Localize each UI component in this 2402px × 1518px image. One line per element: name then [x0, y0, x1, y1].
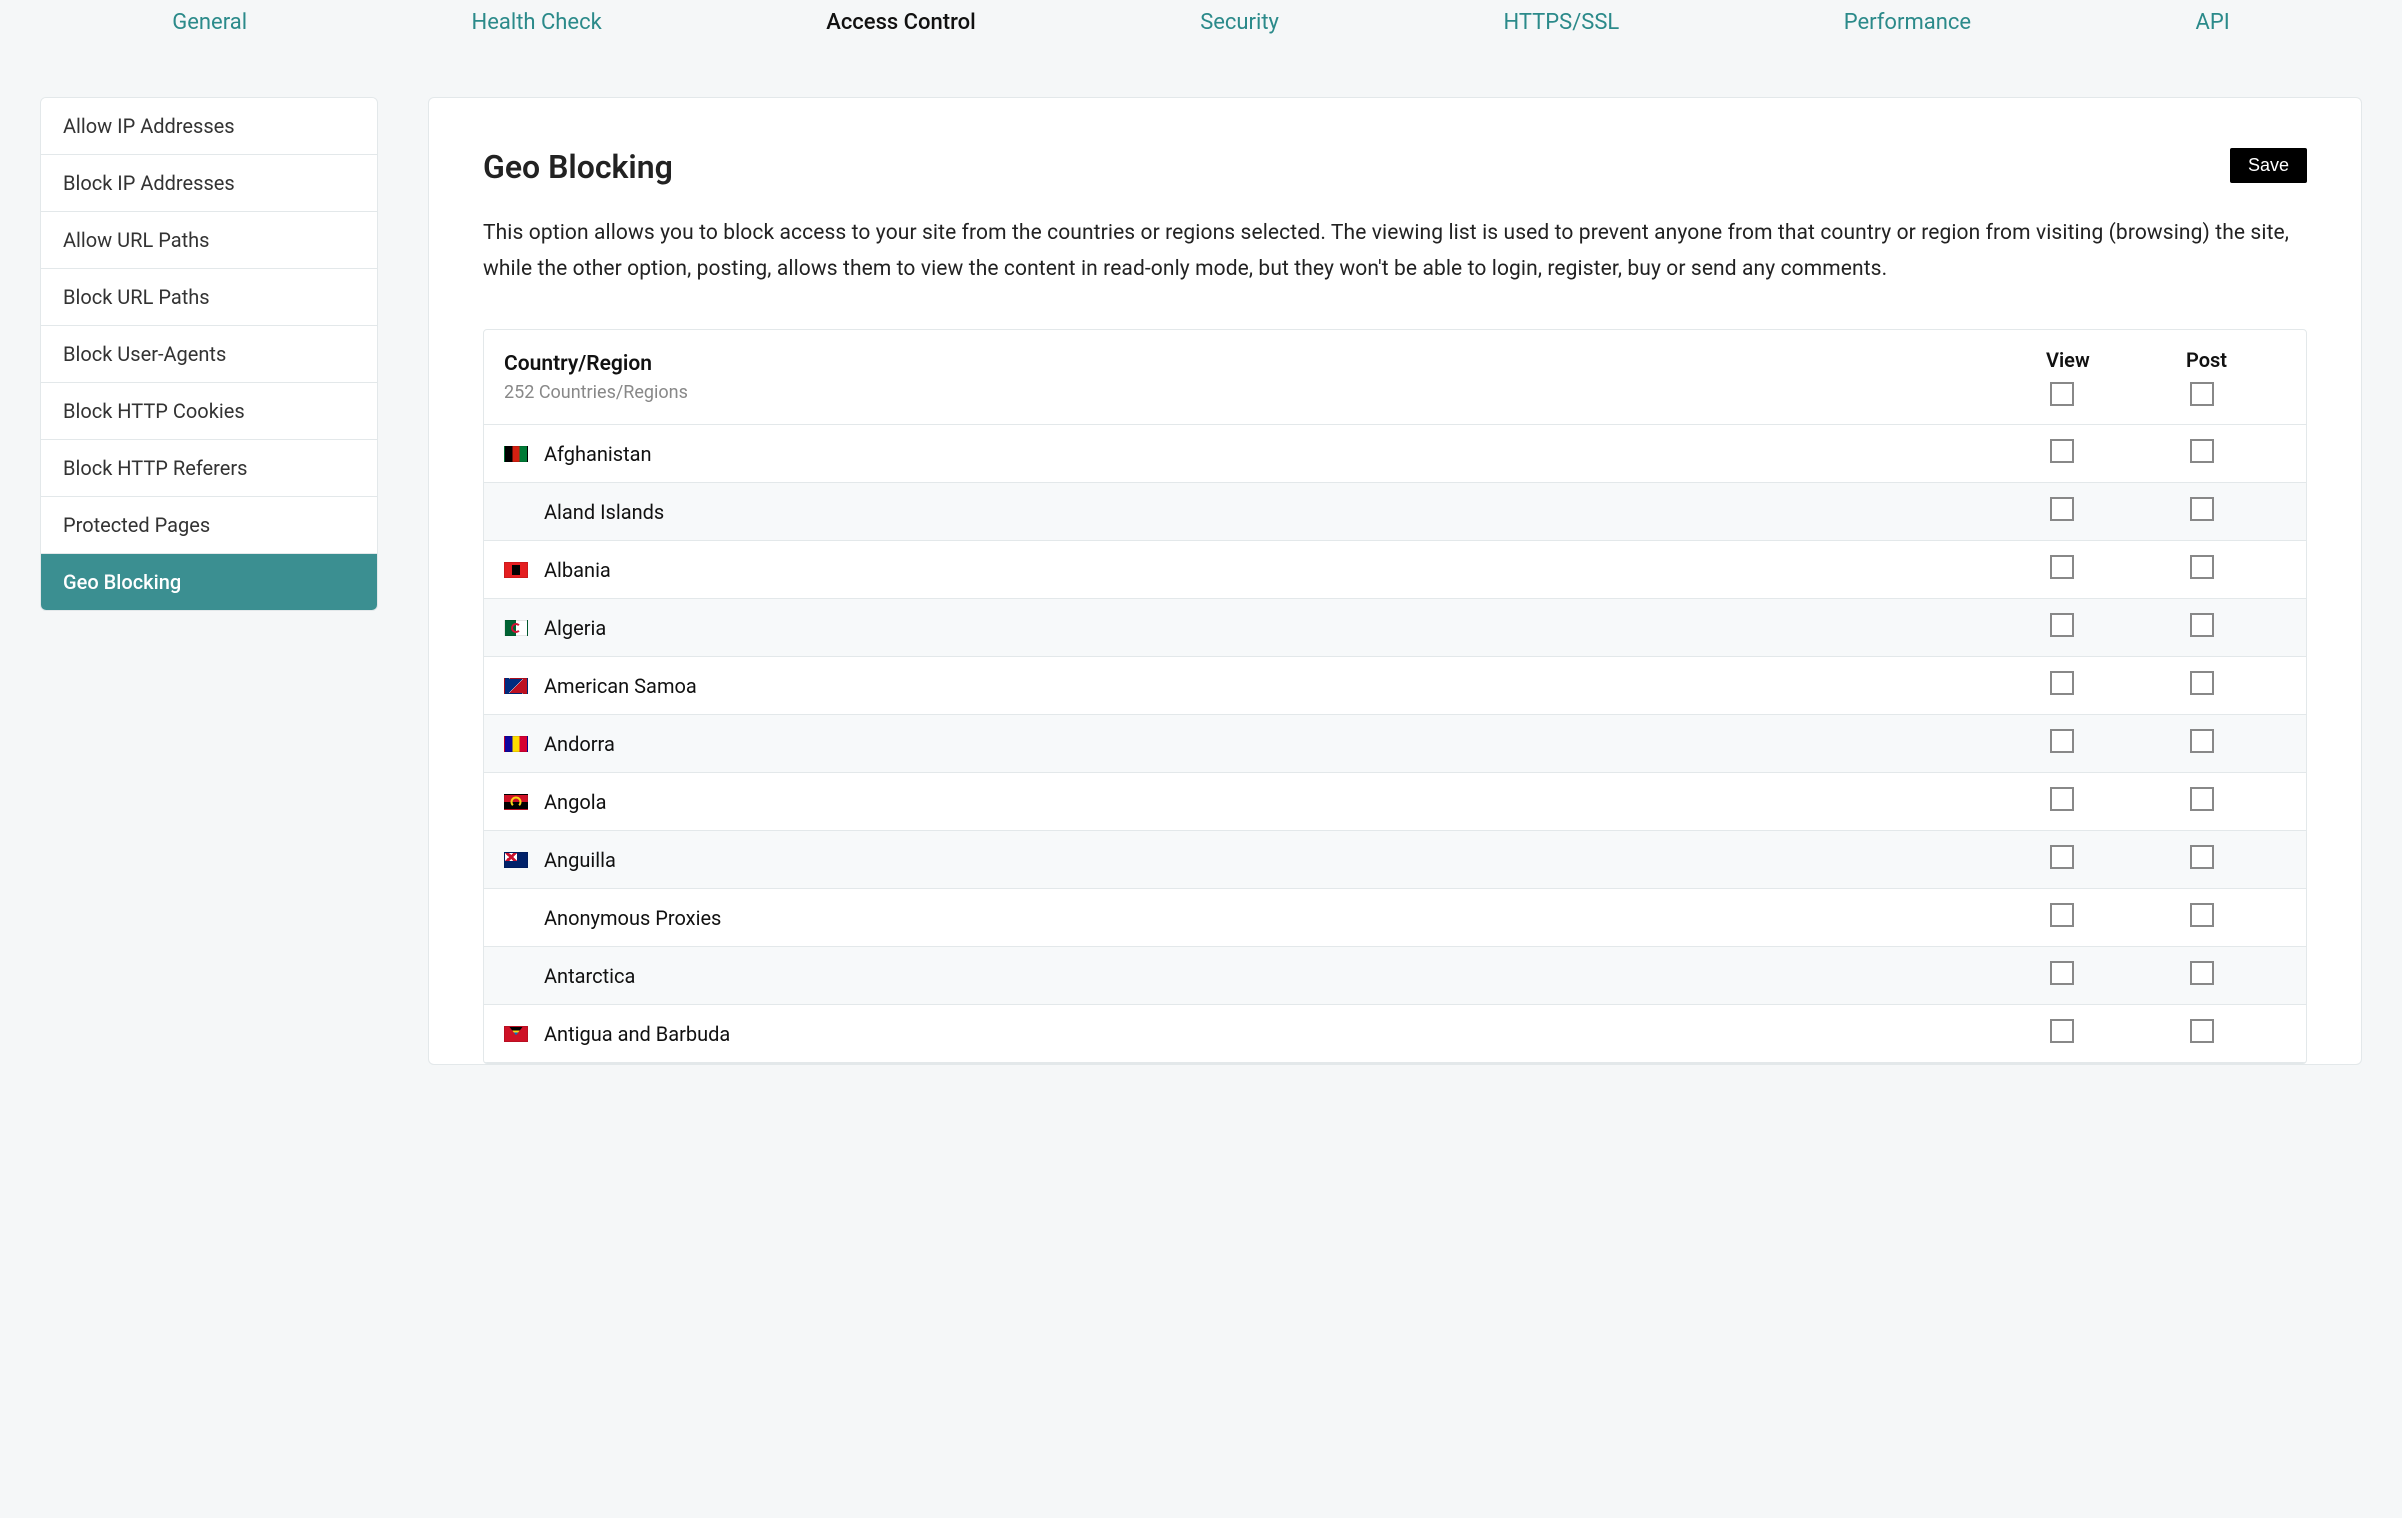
flag-icon: [504, 910, 528, 926]
country-name: Anguilla: [544, 848, 616, 872]
checkbox-view[interactable]: [2050, 845, 2074, 869]
flag-icon: [504, 1026, 528, 1042]
checkbox-post[interactable]: [2190, 961, 2214, 985]
sidebar-item-block-user-agents[interactable]: Block User-Agents: [41, 326, 377, 383]
tab-api[interactable]: API: [2190, 0, 2236, 35]
country-name: Antarctica: [544, 964, 635, 988]
checkbox-post[interactable]: [2190, 787, 2214, 811]
sidebar-item-block-ip[interactable]: Block IP Addresses: [41, 155, 377, 212]
flag-icon: [504, 504, 528, 520]
checkbox-view[interactable]: [2050, 961, 2074, 985]
country-name: Afghanistan: [544, 442, 652, 466]
sidebar: Allow IP Addresses Block IP Addresses Al…: [40, 97, 378, 611]
checkbox-post[interactable]: [2190, 439, 2214, 463]
sidebar-item-block-cookies[interactable]: Block HTTP Cookies: [41, 383, 377, 440]
checkbox-post-all[interactable]: [2190, 382, 2214, 406]
checkbox-view-all[interactable]: [2050, 382, 2074, 406]
checkbox-view[interactable]: [2050, 497, 2074, 521]
checkbox-post[interactable]: [2190, 1019, 2214, 1043]
page-description: This option allows you to block access t…: [483, 216, 2307, 287]
table-row: American Samoa: [484, 657, 2306, 715]
table-row: Algeria: [484, 599, 2306, 657]
country-count-label: 252 Countries/Regions: [504, 382, 2046, 403]
tab-access-control[interactable]: Access Control: [820, 0, 981, 35]
checkbox-view[interactable]: [2050, 1019, 2074, 1043]
save-button[interactable]: Save: [2230, 148, 2307, 183]
flag-icon: [504, 852, 528, 868]
country-name: Algeria: [544, 616, 606, 640]
checkbox-view[interactable]: [2050, 729, 2074, 753]
tab-performance[interactable]: Performance: [1838, 0, 1977, 35]
top-tabs: General Health Check Access Control Secu…: [0, 0, 2402, 57]
geo-table: Country/Region 252 Countries/Regions Vie…: [483, 329, 2307, 1064]
checkbox-view[interactable]: [2050, 439, 2074, 463]
checkbox-post[interactable]: [2190, 729, 2214, 753]
tab-health-check[interactable]: Health Check: [466, 0, 608, 35]
table-row: Anguilla: [484, 831, 2306, 889]
table-row: Anonymous Proxies: [484, 889, 2306, 947]
table-row: Angola: [484, 773, 2306, 831]
country-name: Andorra: [544, 732, 615, 756]
checkbox-post[interactable]: [2190, 555, 2214, 579]
country-name: Albania: [544, 558, 611, 582]
main-panel: Geo Blocking Save This option allows you…: [428, 97, 2362, 1065]
sidebar-item-geo-blocking[interactable]: Geo Blocking: [41, 554, 377, 610]
sidebar-item-allow-ip[interactable]: Allow IP Addresses: [41, 98, 377, 155]
sidebar-item-allow-url[interactable]: Allow URL Paths: [41, 212, 377, 269]
table-row: Antarctica: [484, 947, 2306, 1005]
page-title: Geo Blocking: [483, 148, 673, 186]
flag-icon: [504, 794, 528, 810]
checkbox-view[interactable]: [2050, 787, 2074, 811]
col-header-post: Post: [2186, 348, 2227, 372]
checkbox-view[interactable]: [2050, 903, 2074, 927]
checkbox-post[interactable]: [2190, 497, 2214, 521]
country-name: Aland Islands: [544, 500, 664, 524]
table-row: Aland Islands: [484, 483, 2306, 541]
flag-icon: [504, 736, 528, 752]
table-row: Albania: [484, 541, 2306, 599]
flag-icon: [504, 620, 528, 636]
checkbox-post[interactable]: [2190, 845, 2214, 869]
sidebar-item-block-referers[interactable]: Block HTTP Referers: [41, 440, 377, 497]
flag-icon: [504, 562, 528, 578]
flag-icon: [504, 678, 528, 694]
flag-icon: [504, 446, 528, 462]
table-row: Afghanistan: [484, 425, 2306, 483]
table-row: Antigua and Barbuda: [484, 1005, 2306, 1063]
tab-security[interactable]: Security: [1194, 0, 1285, 35]
sidebar-item-protected-pages[interactable]: Protected Pages: [41, 497, 377, 554]
sidebar-item-block-url[interactable]: Block URL Paths: [41, 269, 377, 326]
country-name: American Samoa: [544, 674, 697, 698]
tab-general[interactable]: General: [166, 0, 253, 35]
checkbox-view[interactable]: [2050, 613, 2074, 637]
col-header-view: View: [2046, 348, 2090, 372]
col-header-country: Country/Region: [504, 352, 2046, 376]
country-name: Angola: [544, 790, 606, 814]
table-header: Country/Region 252 Countries/Regions Vie…: [484, 330, 2306, 425]
tab-https-ssl[interactable]: HTTPS/SSL: [1497, 0, 1625, 35]
country-name: Anonymous Proxies: [544, 906, 721, 930]
checkbox-view[interactable]: [2050, 555, 2074, 579]
country-name: Antigua and Barbuda: [544, 1022, 730, 1046]
checkbox-post[interactable]: [2190, 671, 2214, 695]
checkbox-view[interactable]: [2050, 671, 2074, 695]
table-row: Andorra: [484, 715, 2306, 773]
checkbox-post[interactable]: [2190, 903, 2214, 927]
checkbox-post[interactable]: [2190, 613, 2214, 637]
flag-icon: [504, 968, 528, 984]
